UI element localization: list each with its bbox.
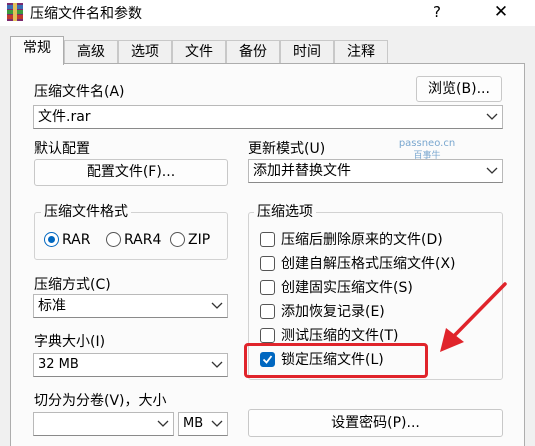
rar4-label: RAR4 <box>124 232 162 248</box>
create-sfx-label: 创建自解压格式压缩文件(X) <box>281 256 456 272</box>
set-password-button[interactable]: 设置密码(P)... <box>248 409 503 437</box>
recovery-record-label: 添加恢复记录(E) <box>281 304 385 320</box>
recovery-record-checkbox[interactable] <box>260 304 275 319</box>
tab-advanced[interactable]: 高级 <box>64 40 118 64</box>
split-unit-select[interactable]: MB <box>178 412 228 436</box>
create-solid-label: 创建固实压缩文件(S) <box>281 280 413 296</box>
split-volumes-label: 切分为分卷(V)，大小 <box>34 393 167 409</box>
split-unit-value: MB <box>183 416 204 431</box>
rar-label: RAR <box>62 232 91 248</box>
profiles-button[interactable]: 配置文件(F)... <box>34 159 228 186</box>
tab-time[interactable]: 时间 <box>280 40 334 64</box>
tab-general[interactable]: 常规 <box>10 36 64 65</box>
update-mode-label: 更新模式(U) <box>248 141 326 157</box>
tab-options[interactable]: 选项 <box>118 40 172 64</box>
dictionary-size-select[interactable]: 32 MB <box>33 353 228 377</box>
create-solid-checkbox[interactable] <box>260 280 275 295</box>
tab-comment[interactable]: 注释 <box>334 40 388 64</box>
zip-radio[interactable] <box>170 232 185 247</box>
help-button[interactable]: ? <box>426 1 448 23</box>
compression-method-value: 标准 <box>38 298 66 314</box>
delete-files-checkbox[interactable] <box>260 232 275 247</box>
tab-strip: 常规 高级 选项 文件 备份 时间 注释 <box>10 36 525 65</box>
update-mode-value: 添加并替换文件 <box>253 163 351 179</box>
archive-name-combobox[interactable]: 文件.rar <box>33 105 503 129</box>
browse-button[interactable]: 浏览(B)... <box>416 76 502 102</box>
tab-files[interactable]: 文件 <box>172 40 226 64</box>
rar-radio[interactable] <box>44 232 59 247</box>
chevron-down-icon <box>157 420 169 427</box>
window-title: 压缩文件名和参数 <box>30 6 142 22</box>
compression-method-select[interactable]: 标准 <box>33 294 228 318</box>
dictionary-size-value: 32 MB <box>38 357 79 372</box>
compression-method-label: 压缩方式(C) <box>34 277 111 293</box>
rar4-radio[interactable] <box>106 232 121 247</box>
chevron-down-icon <box>211 361 223 368</box>
close-button[interactable]: ✕ <box>490 1 512 23</box>
annotation-arrow-icon <box>440 282 507 352</box>
watermark: passneo.cn 百事牛 <box>395 138 459 162</box>
title-bar: 压缩文件名和参数 ? ✕ <box>0 0 535 26</box>
dictionary-size-label: 字典大小(I) <box>34 334 106 350</box>
default-profile-label: 默认配置 <box>34 141 90 157</box>
update-mode-select[interactable]: 添加并替换文件 <box>248 159 503 183</box>
zip-label: ZIP <box>188 232 211 248</box>
watermark-line2: 百事牛 <box>413 151 441 161</box>
split-size-combobox[interactable] <box>33 412 174 436</box>
archive-name-value: 文件.rar <box>38 109 91 125</box>
chevron-down-icon <box>486 167 498 174</box>
winrar-app-icon <box>7 3 23 21</box>
chevron-down-icon <box>211 302 223 309</box>
highlight-box <box>244 343 428 378</box>
delete-files-label: 压缩后删除原来的文件(D) <box>281 232 443 248</box>
watermark-line1: passneo.cn <box>398 138 456 149</box>
compression-options-title: 压缩选项 <box>254 203 316 221</box>
tab-backup[interactable]: 备份 <box>226 40 280 64</box>
archive-format-title: 压缩文件格式 <box>41 203 131 221</box>
chevron-down-icon <box>486 113 498 120</box>
create-sfx-checkbox[interactable] <box>260 256 275 271</box>
chevron-down-icon <box>211 420 223 427</box>
archive-name-label: 压缩文件名(A) <box>34 84 125 100</box>
test-files-checkbox[interactable] <box>260 328 275 343</box>
